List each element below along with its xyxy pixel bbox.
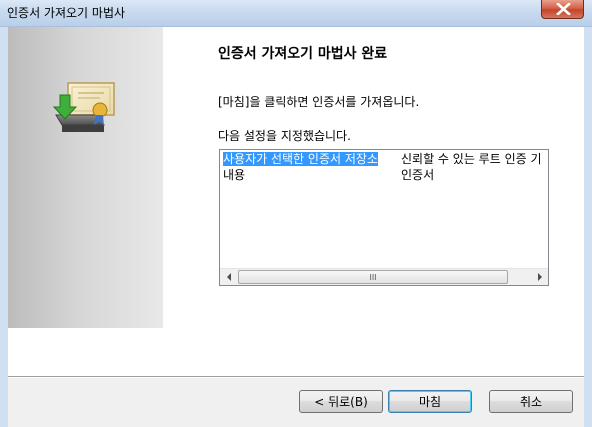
horizontal-scrollbar[interactable]: III	[220, 268, 548, 285]
close-button[interactable]	[541, 0, 584, 19]
chevron-right-icon	[537, 273, 542, 281]
close-icon	[556, 3, 571, 15]
wizard-client-area: 인증서 가져오기 마법사 완료 [마침]을 클릭하면 인증서를 가져옵니다. 다…	[8, 27, 584, 427]
list-item-content-value[interactable]: 인증서	[401, 168, 434, 182]
finish-button[interactable]: 마침	[388, 390, 472, 413]
chevron-left-icon	[226, 273, 231, 281]
settings-label: 다음 설정을 지정했습니다.	[218, 129, 351, 143]
list-item-store-value[interactable]: 신뢰할 수 있는 루트 인증 기	[401, 152, 542, 166]
list-item-content-name[interactable]: 내용	[223, 168, 245, 182]
scroll-thumb[interactable]: III	[238, 270, 508, 284]
scroll-right-button[interactable]	[531, 269, 548, 285]
scroll-left-button[interactable]	[220, 269, 237, 285]
wizard-side-panel	[8, 27, 163, 328]
cancel-button[interactable]: 취소	[489, 390, 573, 413]
list-item-store-name[interactable]: 사용자가 선택한 인증서 저장소	[223, 152, 378, 166]
window-title: 인증서 가져오기 마법사	[7, 6, 126, 20]
thumb-grip: III	[369, 272, 377, 282]
page-title: 인증서 가져오기 마법사 완료	[218, 46, 388, 62]
button-bar: < 뒤로(B) 마침 취소	[8, 378, 584, 427]
certificate-import-icon	[52, 82, 115, 132]
settings-list[interactable]: 사용자가 선택한 인증서 저장소 신뢰할 수 있는 루트 인증 기 내용 인증서…	[219, 149, 549, 286]
instruction-text: [마침]을 클릭하면 인증서를 가져옵니다.	[218, 95, 420, 109]
title-bar: 인증서 가져오기 마법사	[0, 0, 592, 27]
back-button[interactable]: < 뒤로(B)	[299, 390, 383, 413]
